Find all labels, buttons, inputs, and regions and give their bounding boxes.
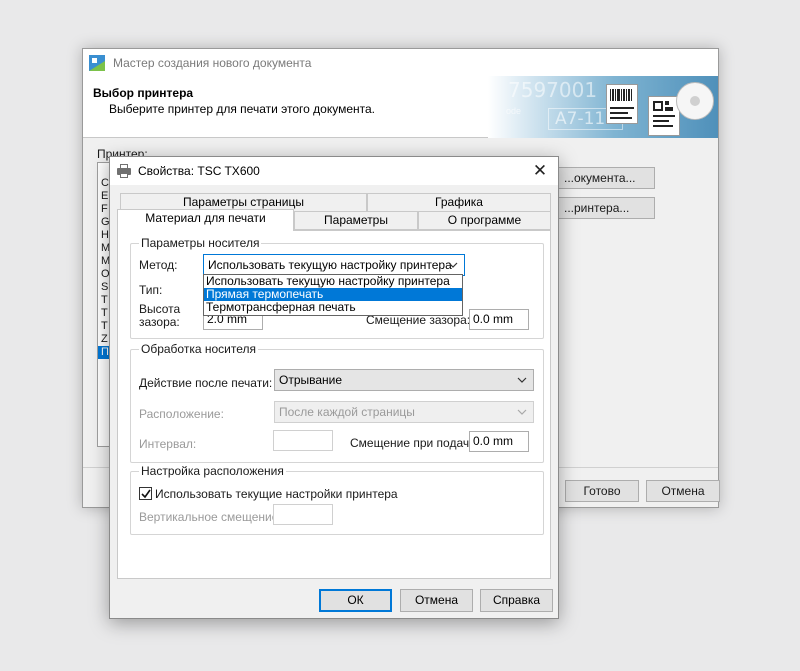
checkmark-icon xyxy=(141,489,151,499)
chevron-down-icon xyxy=(517,409,527,415)
method-label: Метод: xyxy=(139,258,178,272)
dialog-titlebar: Свойства: TSC TX600 ✕ xyxy=(110,157,558,185)
post-print-action-dropdown[interactable]: Отрывание xyxy=(274,369,534,391)
banner-small-text: ode xyxy=(506,106,522,116)
gap-offset-input[interactable]: 0.0 mm xyxy=(469,309,529,330)
location-dropdown: После каждой страницы xyxy=(274,401,534,423)
printer-properties-button[interactable]: ...ринтера... xyxy=(553,197,655,219)
wizard-title: Мастер создания нового документа xyxy=(113,55,312,70)
barcode-label-icon xyxy=(606,84,638,124)
media-parameters-title: Параметры носителя xyxy=(139,236,262,250)
wizard-step-title: Выбор принтера xyxy=(93,86,194,100)
gap-height-label-line2: зазора: xyxy=(139,315,180,329)
wizard-banner-image: 7597001 ode A7-118 xyxy=(488,76,718,138)
wizard-header: Выбор принтера Выберите принтер для печа… xyxy=(83,76,718,138)
interval-label: Интервал: xyxy=(139,437,197,451)
wizard-titlebar: Мастер создания нового документа xyxy=(83,49,718,76)
finish-button[interactable]: Готово xyxy=(565,480,639,502)
tab-options[interactable]: Параметры xyxy=(294,211,418,230)
banner-number-top: 7597001 xyxy=(508,78,598,102)
ok-button[interactable]: ОК xyxy=(319,589,392,612)
method-dropdown[interactable]: Использовать текущую настройку принтера xyxy=(203,254,465,276)
interval-input xyxy=(273,430,333,451)
location-value: После каждой страницы xyxy=(279,405,415,419)
post-print-action-value: Отрывание xyxy=(279,373,343,387)
position-settings-title: Настройка расположения xyxy=(139,464,286,478)
tab-graphics[interactable]: Графика xyxy=(367,193,551,212)
vertical-offset-label: Вертикальное смещение: xyxy=(139,510,282,524)
wizard-cancel-button[interactable]: Отмена xyxy=(646,480,720,502)
feed-offset-input[interactable]: 0.0 mm xyxy=(469,431,529,452)
chevron-down-icon xyxy=(517,377,527,383)
use-printer-settings-label[interactable]: Использовать текущие настройки принтера xyxy=(155,487,398,501)
method-selected-value: Использовать текущую настройку принтера xyxy=(208,258,452,272)
wizard-step-subtitle: Выберите принтер для печати этого докуме… xyxy=(109,102,375,116)
location-label: Расположение: xyxy=(139,407,224,421)
dialog-title: Свойства: TSC TX600 xyxy=(138,164,260,178)
close-icon[interactable]: ✕ xyxy=(530,161,550,181)
feed-offset-label: Смещение при подаче: xyxy=(350,436,480,450)
tab-print-media[interactable]: Материал для печати xyxy=(117,209,294,231)
type-label: Тип: xyxy=(139,283,163,297)
help-button[interactable]: Справка xyxy=(480,589,553,612)
disc-icon xyxy=(676,82,714,120)
cancel-button[interactable]: Отмена xyxy=(400,589,473,612)
use-printer-settings-checkbox[interactable] xyxy=(139,487,152,500)
tab-about[interactable]: О программе xyxy=(418,211,551,230)
vertical-offset-input xyxy=(273,504,333,525)
chevron-down-icon xyxy=(448,262,458,268)
app-logo-icon xyxy=(89,54,105,71)
printer-icon xyxy=(116,164,132,178)
position-settings-group: Настройка расположения xyxy=(130,464,544,535)
post-print-action-label: Действие после печати: xyxy=(139,376,273,390)
method-option-thermal-transfer[interactable]: Термотрансферная печать xyxy=(204,301,462,314)
gap-height-label-line1: Высота xyxy=(139,302,181,316)
method-dropdown-list[interactable]: Использовать текущую настройку принтера … xyxy=(203,274,463,316)
document-properties-button[interactable]: ...окумента... xyxy=(553,167,655,189)
printer-properties-dialog: Свойства: TSC TX600 ✕ Параметры страницы… xyxy=(109,156,559,619)
media-handling-title: Обработка носителя xyxy=(139,342,258,356)
